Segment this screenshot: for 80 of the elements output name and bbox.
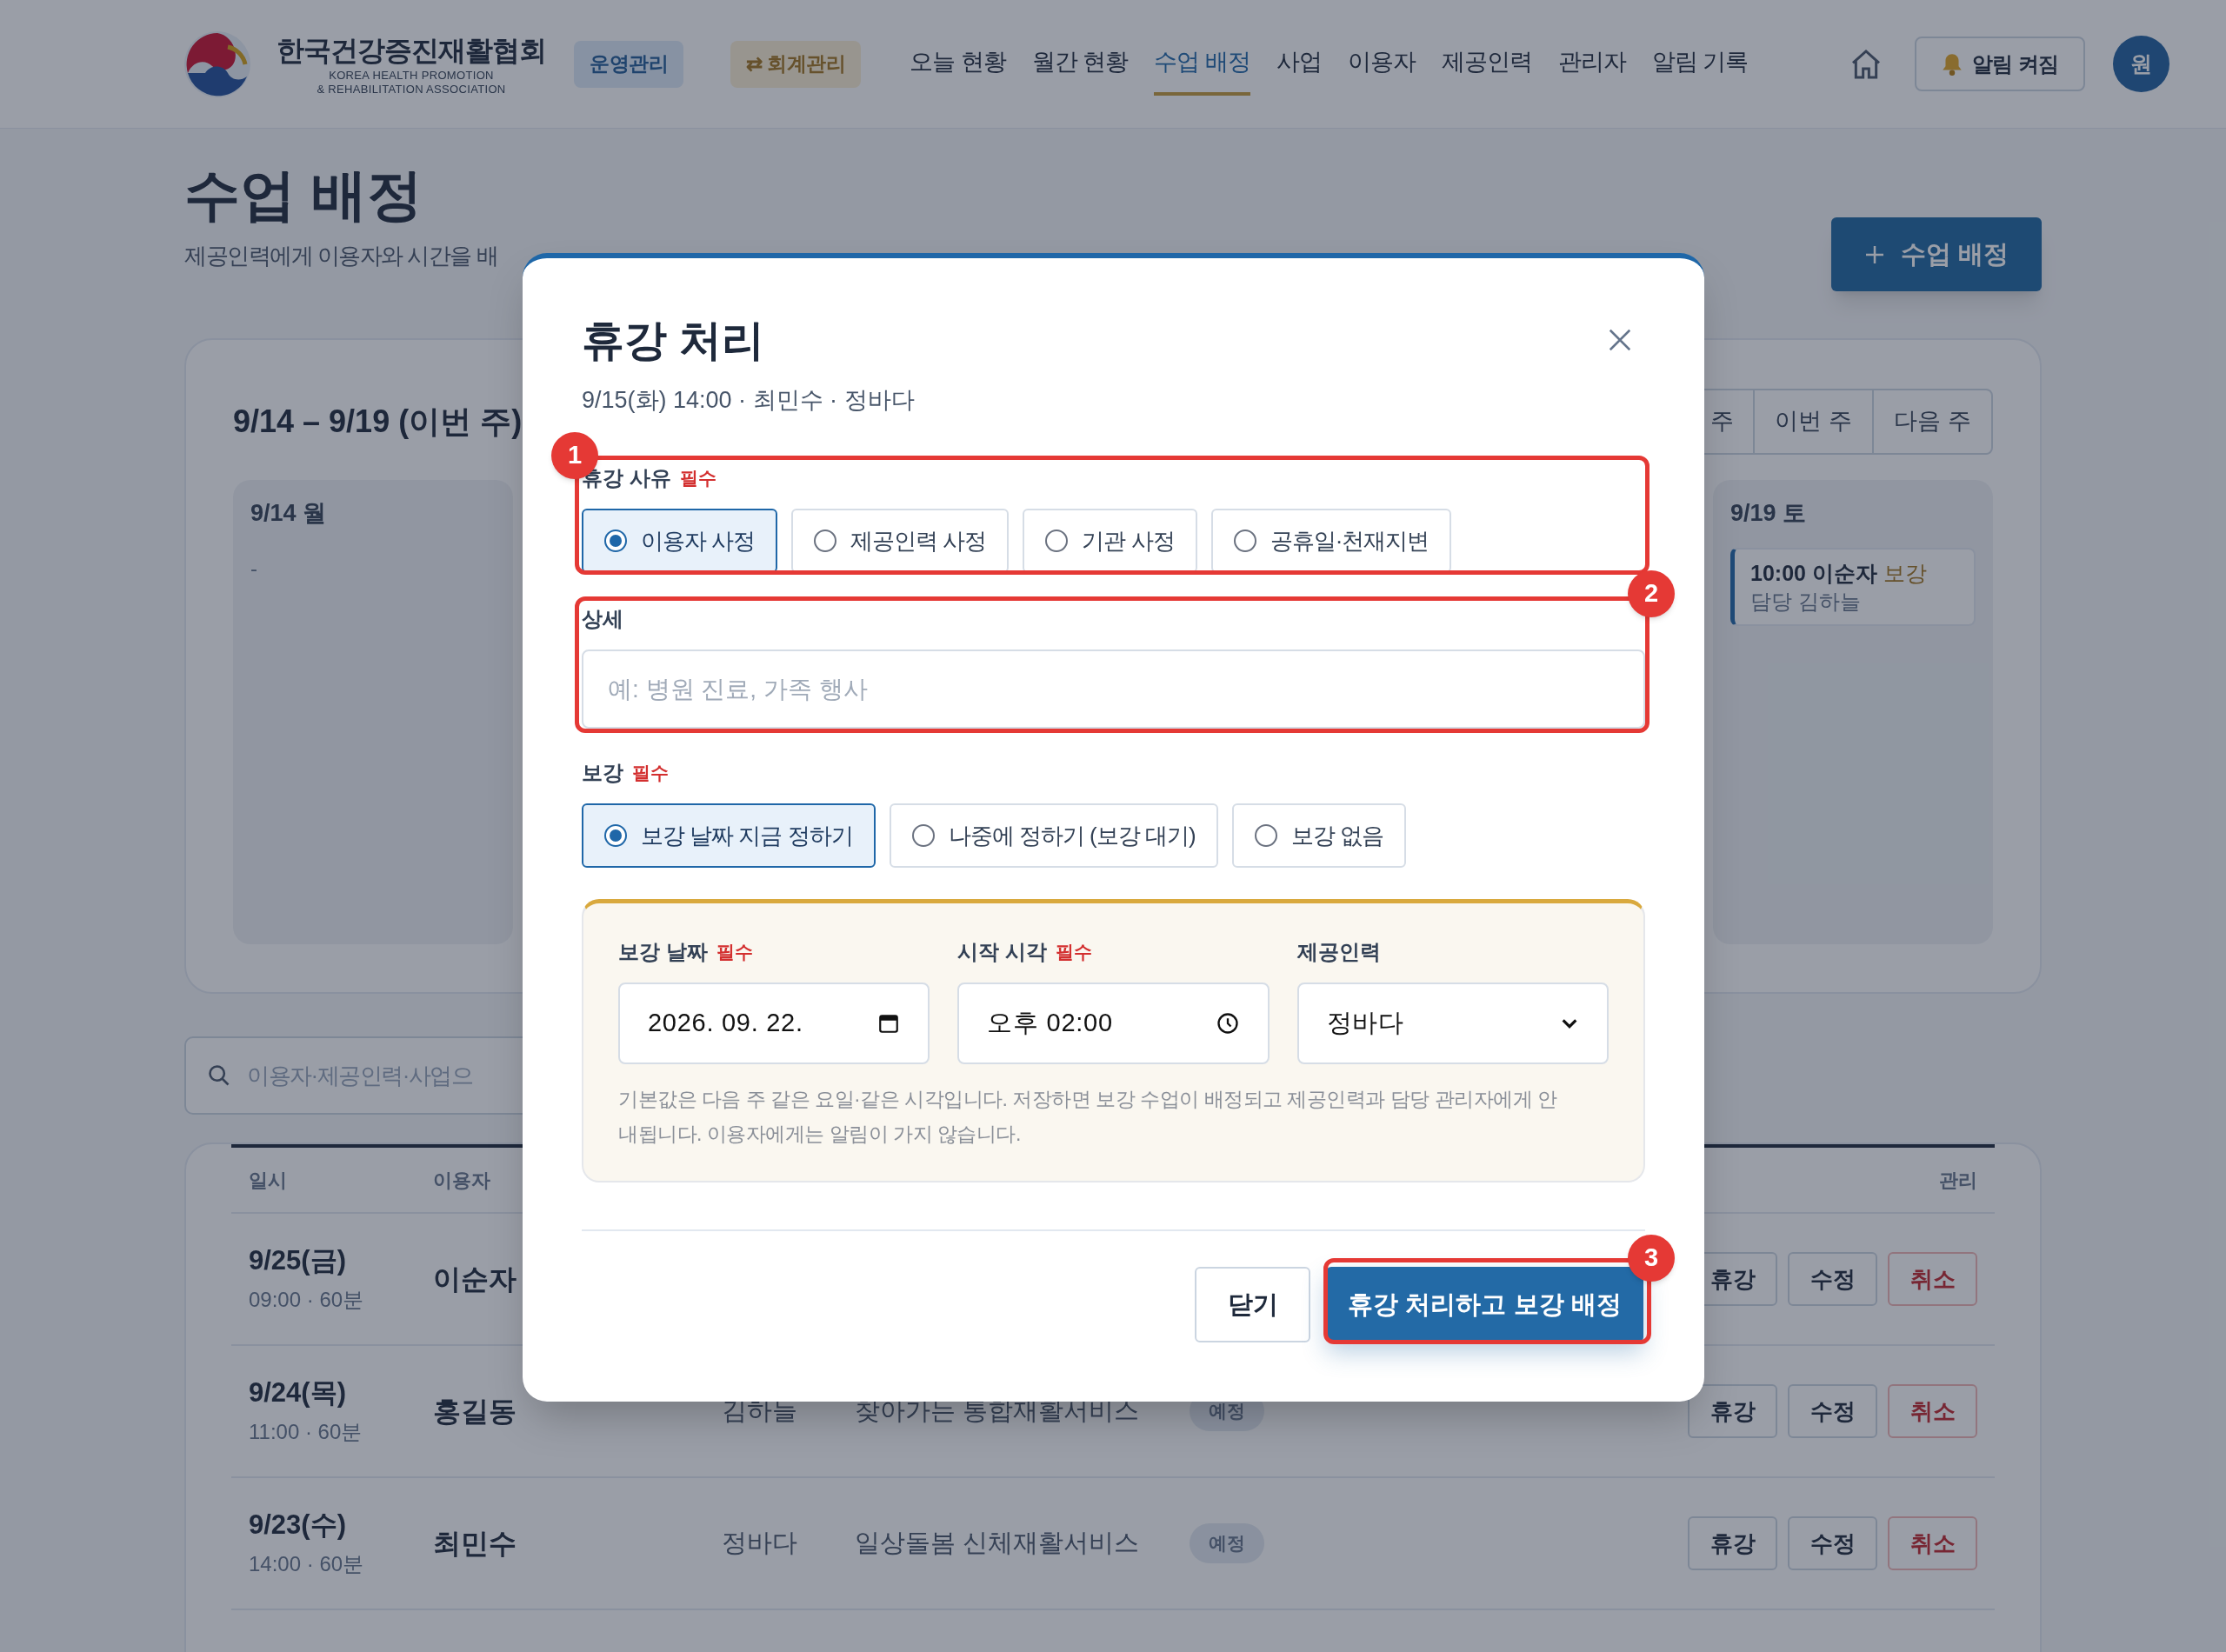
required-mark: 필수 [632, 762, 669, 785]
class-entry[interactable]: 10:00 이순자 보강 담당 김하늘 [1730, 548, 1976, 626]
service-cell-text: 찾아가는 통합재활서비스 [855, 1396, 1141, 1427]
field-label: 제공인력 [1296, 939, 1381, 965]
client-cell-text: 이순자 [433, 1262, 517, 1296]
day-label: 9/19 토 [1730, 499, 1808, 528]
close-icon[interactable] [1607, 327, 1633, 353]
week-nav-button[interactable]: 다음 주 [1872, 390, 1991, 453]
alert-toggle[interactable]: 알림 켜짐 [1914, 37, 2085, 91]
nav-tab[interactable]: 수업 배정 [1154, 32, 1250, 96]
date-field[interactable]: 2026. 09. 22. [618, 983, 930, 1064]
close-button[interactable]: 닫기 [1195, 1267, 1310, 1342]
radio-option[interactable]: 보강 없음 [1231, 803, 1406, 868]
week-title: 9/14 – 9/19 (이번 주) [233, 402, 523, 441]
client-cell-text: 홍길동 [433, 1395, 517, 1429]
plus-icon [1863, 243, 1885, 265]
nav-tab[interactable]: 월간 현황 [1031, 32, 1129, 96]
column-header: 일시 [249, 1168, 288, 1193]
page-title: 수업 배정 [184, 163, 423, 228]
dialog-subtitle: 9/15(화) 14:00 · 최민수 · 정바다 [582, 386, 916, 415]
client-cell-text: 최민수 [433, 1527, 517, 1561]
field-label: 시작 시각 [957, 939, 1047, 965]
submit-button[interactable]: 휴강 처리하고 보강 배정 [1326, 1267, 1643, 1342]
staff-cell-text: 정바다 [722, 1528, 798, 1559]
date-cell-text: 9/25(금) [249, 1244, 347, 1277]
date-cell-text: 9/24(목) [249, 1376, 347, 1409]
time-cell-text: 14:00 · 60분 [249, 1551, 365, 1577]
week-nav-button[interactable]: 주 [1634, 390, 1753, 453]
section-badge[interactable]: 운영관리 [574, 40, 683, 88]
nav-tab[interactable]: 관리자 [1557, 32, 1626, 96]
nav-tab[interactable]: 오늘 현황 [910, 32, 1006, 96]
entry-title: 10:00 이순자 보강 [1750, 560, 1928, 587]
column-header: 이용자 [433, 1168, 490, 1193]
row-action-button[interactable]: 수정 [1788, 1252, 1877, 1306]
service-cell-text: 일상돌봄 신체재활서비스 [855, 1528, 1141, 1559]
row-action-button[interactable]: 취소 [1888, 1384, 1977, 1438]
row-action-button[interactable]: 수정 [1788, 1516, 1877, 1570]
nav-tab[interactable]: 이용자 [1347, 32, 1416, 96]
entry-staff: 담당 김하늘 [1750, 589, 1862, 615]
clock-icon [1215, 1011, 1240, 1036]
nav-tab[interactable]: 사업 [1276, 32, 1322, 96]
help-text: 기본값은 다음 주 같은 요일·같은 시각입니다. 저장하면 보강 수업이 배정되고 제공인력과 담당 관리자에게 안내됩니다. 이용자에게는 알림이 가지 않습니다. [618, 1087, 1557, 1147]
time-cell-text: 09:00 · 60분 [249, 1287, 365, 1313]
staff-cell-text: 김하늘 [722, 1396, 798, 1427]
date-cell-text: 9/23(수) [249, 1509, 347, 1542]
required-mark: 필수 [679, 467, 716, 490]
nav-tab[interactable]: 제공인력 [1441, 32, 1532, 96]
row-action-button[interactable]: 취소 [1888, 1252, 1977, 1306]
radio-option[interactable]: 나중에 정하기 (보강 대기) [889, 803, 1218, 868]
time-cell-text: 11:00 · 60분 [249, 1419, 363, 1445]
search-icon [207, 1063, 231, 1088]
row-action-button[interactable]: 수정 [1788, 1384, 1877, 1438]
page-subtitle: 제공인력에게 이용자와 시간을 배 [184, 242, 498, 270]
row-action-button[interactable]: 휴강 [1688, 1384, 1777, 1438]
field-label: 보강 [582, 760, 623, 786]
radio-option[interactable]: 보강 날짜 지금 정하기 [582, 803, 876, 868]
logo-subtitle: KOREA HEALTH PROMOTION [328, 68, 495, 83]
field-label: 상세 [582, 606, 623, 632]
add-class-button[interactable]: 수업 배정 [1831, 217, 2042, 291]
logo-title: 한국건강증진재활협회 [277, 32, 546, 69]
row-action-button[interactable]: 휴강 [1688, 1516, 1777, 1570]
empty-mark: - [250, 556, 258, 582]
logo-icon [183, 29, 252, 99]
required-mark: 필수 [1056, 941, 1092, 964]
required-mark: 필수 [716, 941, 753, 964]
radio-option[interactable]: 이용자 사정 [582, 509, 778, 573]
field-label: 보강 날짜 [618, 939, 708, 965]
calendar-icon [877, 1012, 901, 1035]
dialog-title: 휴강 처리 [582, 316, 764, 365]
makeup-tag: 보강 [1883, 561, 1927, 585]
avatar[interactable]: 원 [2113, 36, 2169, 92]
row-action-button[interactable]: 취소 [1888, 1516, 1977, 1570]
status-badge: 예정 [1190, 1523, 1264, 1563]
day-label: 9/14 월 [250, 499, 328, 528]
logo-subtitle: & REHABILITATION ASSOCIATION [316, 82, 507, 97]
nav-tab[interactable]: 알림 기록 [1651, 32, 1749, 96]
column-header: 관리 [1939, 1168, 1977, 1193]
week-nav-button[interactable]: 이번 주 [1753, 390, 1872, 453]
staff-select[interactable]: 정바다 [1296, 983, 1609, 1064]
time-field[interactable]: 오후 02:00 [957, 983, 1270, 1064]
